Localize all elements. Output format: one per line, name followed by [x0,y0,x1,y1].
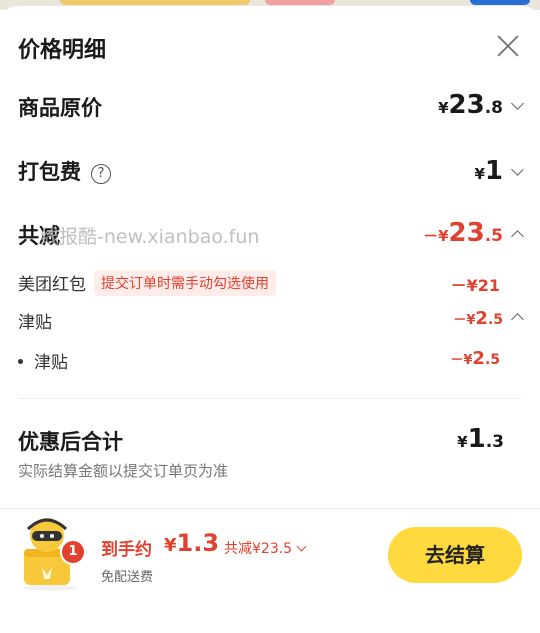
subsidy-item-row: 津贴 － ¥ 2 .5 [18,348,522,373]
chevron-down-icon [511,163,524,176]
arrive-price-label: 到手约 [101,540,152,560]
chevron-down-icon [296,541,307,552]
red-packet-value: －¥21 [450,276,500,295]
packaging-fee-row: 打包费? ¥ 1 [18,156,524,186]
discount-total-value[interactable]: － ¥ 23 .5 [423,218,524,248]
free-delivery-note: 免配送费 [101,570,154,585]
discount-total-row: 共减 － ¥ 23 .5 [18,218,524,250]
original-price-label: 商品原价 [18,96,102,120]
total-note: 实际结算金额以提交订单页为准 [18,462,229,480]
packaging-fee-label: 打包费 [18,160,81,184]
checkout-bar: 1 到手约 ¥ 1.3 共减¥23.5 免配送费 去结算 [0,508,540,633]
checkout-button[interactable]: 去结算 [388,527,522,583]
divider [18,398,522,399]
background-banner [265,0,335,5]
original-price-value[interactable]: ¥ 23 .8 [438,90,524,120]
background-banner [60,0,250,5]
close-icon[interactable] [494,32,522,60]
help-icon[interactable]: ? [91,164,111,184]
background-button [470,0,530,5]
red-packet-row: 美团红包 提交订单时需手动勾选使用 －¥21 [18,270,522,296]
discount-total-label: 共减 [18,224,60,248]
chevron-up-icon [511,230,524,243]
total-value: ¥ 1 .3 [457,424,504,454]
arrive-price: ¥ 1.3 [164,529,220,557]
chevron-up-icon [511,313,524,326]
sheet-title: 价格明细 [18,38,107,63]
red-packet-tag: 提交订单时需手动勾选使用 [94,270,276,296]
subsidy-item-label: 津贴 [34,353,68,373]
cart-count-badge: 1 [60,539,86,565]
original-price-row: 商品原价 ¥ 23 .8 [18,90,524,122]
red-packet-label: 美团红包 [18,275,86,295]
total-saved-toggle[interactable]: 共减¥23.5 [224,538,307,558]
subsidy-label: 津贴 [18,313,52,333]
subsidy-row: 津贴 － ¥ 2 .5 [18,308,524,333]
total-row: 优惠后合计 ¥ 1 .3 [18,424,522,456]
bullet-icon [18,359,23,364]
subsidy-item-value: － ¥ 2 .5 [450,348,500,369]
subsidy-value[interactable]: － ¥ 2 .5 [453,308,524,329]
packaging-fee-value[interactable]: ¥ 1 [474,156,524,186]
chevron-down-icon [511,97,524,110]
total-label: 优惠后合计 [18,430,123,454]
